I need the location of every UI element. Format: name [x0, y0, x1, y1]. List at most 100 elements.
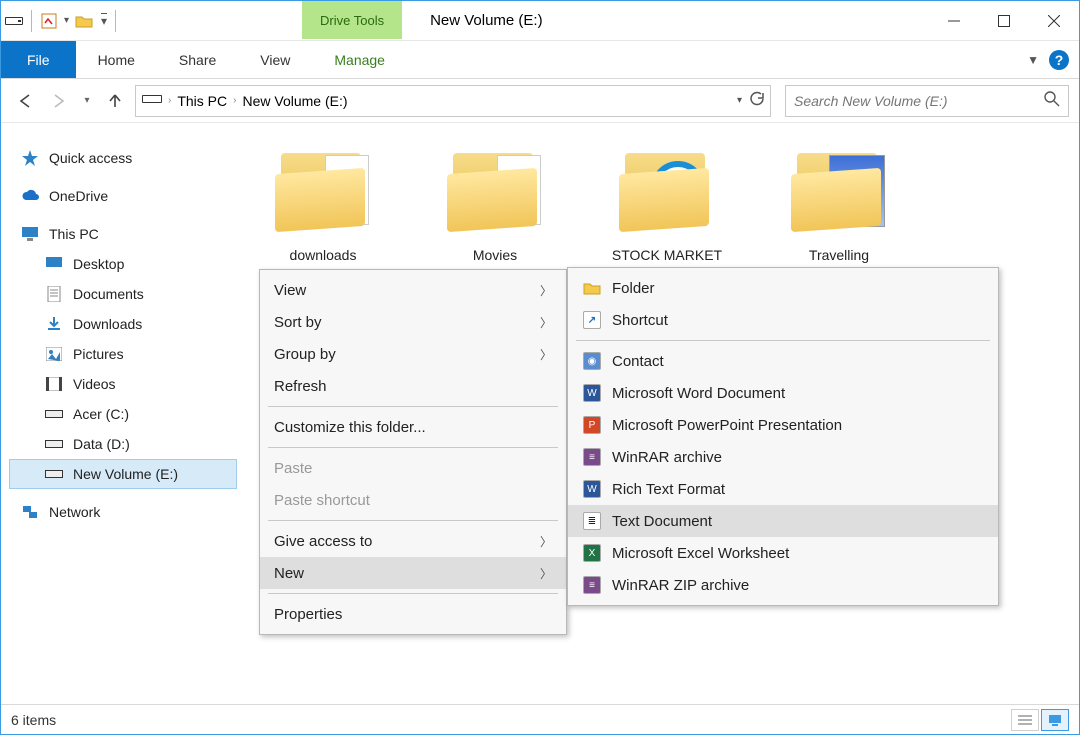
close-button[interactable] [1029, 1, 1079, 40]
drive-icon [45, 405, 63, 423]
chevron-right-icon: 〉 [540, 346, 552, 363]
submenu-item-zip[interactable]: ≡WinRAR ZIP archive [568, 569, 998, 601]
minimize-button[interactable] [929, 1, 979, 40]
sidebar-item-documents[interactable]: Documents [9, 279, 237, 309]
address-bar[interactable]: › This PC › New Volume (E:) ▾ [135, 85, 771, 117]
document-icon [45, 285, 63, 303]
menu-item-paste: Paste [260, 452, 566, 484]
up-button[interactable] [101, 87, 129, 115]
qat-chevron-icon[interactable]: ▾ [101, 13, 107, 28]
view-details-button[interactable] [1011, 709, 1039, 731]
submenu-item-folder[interactable]: Folder [568, 272, 998, 304]
submenu-item-rtf[interactable]: WRich Text Format [568, 473, 998, 505]
sidebar-item-acer-c[interactable]: Acer (C:) [9, 399, 237, 429]
search-box[interactable] [785, 85, 1069, 117]
tab-share[interactable]: Share [157, 41, 238, 78]
folder-icon [582, 278, 602, 298]
menu-separator [268, 520, 558, 521]
status-item-count: 6 items [11, 712, 56, 728]
sidebar-item-new-volume-e[interactable]: New Volume (E:) [9, 459, 237, 489]
drive-tools-label: Drive Tools [302, 1, 402, 39]
navigation-row: ▾ › This PC › New Volume (E:) ▾ [1, 79, 1079, 123]
menu-item-customize[interactable]: Customize this folder... [260, 411, 566, 443]
folder-item[interactable]: Movies [427, 143, 563, 263]
drive-icon [142, 92, 162, 109]
sidebar-item-label: Pictures [73, 346, 124, 362]
submenu-item-word[interactable]: WMicrosoft Word Document [568, 377, 998, 409]
view-large-icons-button[interactable] [1041, 709, 1069, 731]
menu-item-sort-by[interactable]: Sort by〉 [260, 306, 566, 338]
help-icon[interactable]: ? [1049, 50, 1069, 70]
tab-home[interactable]: Home [76, 41, 157, 78]
item-label: STOCK MARKET [612, 245, 722, 263]
chevron-right-icon: 〉 [540, 282, 552, 299]
menu-item-paste-shortcut: Paste shortcut [260, 484, 566, 516]
ribbon: File Home Share View Manage ▼ ? [1, 41, 1079, 79]
content-pane[interactable]: downloads Movies STOCK MARKET Travelling… [237, 123, 1079, 704]
breadcrumb-dropdown-icon[interactable]: ▾ [737, 95, 742, 106]
submenu-item-contact[interactable]: ◉Contact [568, 345, 998, 377]
sidebar-item-videos[interactable]: Videos [9, 369, 237, 399]
tab-file[interactable]: File [1, 41, 76, 78]
tab-manage[interactable]: Manage [312, 41, 407, 78]
folder-item[interactable]: downloads [255, 143, 391, 263]
monitor-icon [21, 225, 39, 243]
folder-item[interactable]: Travelling [771, 143, 907, 263]
item-label: Movies [473, 245, 517, 263]
qat-dropdown-icon[interactable]: ▾ [64, 15, 69, 26]
ribbon-expand-icon[interactable]: ▼ [1027, 53, 1039, 67]
folder-item[interactable]: STOCK MARKET [599, 143, 735, 263]
contextual-tab-group: Drive Tools [302, 1, 402, 40]
cloud-icon [21, 187, 39, 205]
sidebar-item-desktop[interactable]: Desktop [9, 249, 237, 279]
item-label: downloads [290, 245, 357, 263]
search-icon[interactable] [1044, 91, 1060, 110]
submenu-item-text[interactable]: ≣Text Document [568, 505, 998, 537]
tab-view[interactable]: View [238, 41, 312, 78]
sidebar-item-quick-access[interactable]: Quick access [9, 143, 237, 173]
folder-icon[interactable] [75, 12, 93, 30]
sidebar-item-label: This PC [49, 226, 99, 242]
menu-separator [268, 447, 558, 448]
star-icon [21, 149, 39, 167]
menu-separator [268, 406, 558, 407]
sidebar-item-this-pc[interactable]: This PC [9, 219, 237, 249]
menu-item-new[interactable]: New〉 [260, 557, 566, 589]
recent-locations-button[interactable]: ▾ [79, 87, 95, 115]
sidebar-item-network[interactable]: Network [9, 497, 237, 527]
forward-button[interactable] [45, 87, 73, 115]
submenu-item-shortcut[interactable]: ↗Shortcut [568, 304, 998, 336]
zip-icon: ≡ [582, 575, 602, 595]
sidebar-item-label: OneDrive [49, 188, 108, 204]
maximize-button[interactable] [979, 1, 1029, 40]
sidebar-item-data-d[interactable]: Data (D:) [9, 429, 237, 459]
menu-item-refresh[interactable]: Refresh [260, 370, 566, 402]
sidebar-item-downloads[interactable]: Downloads [9, 309, 237, 339]
sidebar-item-label: Quick access [49, 150, 132, 166]
chevron-right-icon: 〉 [540, 314, 552, 331]
menu-item-group-by[interactable]: Group by〉 [260, 338, 566, 370]
quick-access-toolbar: ▾ ▾ [1, 1, 122, 40]
excel-icon: X [582, 543, 602, 563]
breadcrumb-current[interactable]: New Volume (E:) [242, 93, 347, 109]
folder-icon [447, 143, 543, 239]
sidebar-item-pictures[interactable]: Pictures [9, 339, 237, 369]
drive-icon[interactable] [5, 12, 23, 30]
chevron-right-icon[interactable]: › [233, 95, 236, 106]
search-input[interactable] [794, 93, 1044, 109]
sidebar-item-label: New Volume (E:) [73, 466, 178, 482]
sidebar-item-onedrive[interactable]: OneDrive [9, 181, 237, 211]
breadcrumb-root[interactable]: This PC [177, 93, 227, 109]
back-button[interactable] [11, 87, 39, 115]
properties-icon[interactable] [40, 12, 58, 30]
chevron-right-icon[interactable]: › [168, 95, 171, 106]
network-icon [21, 503, 39, 521]
sidebar-item-label: Network [49, 504, 100, 520]
menu-item-give-access[interactable]: Give access to〉 [260, 525, 566, 557]
submenu-item-winrar[interactable]: ≡WinRAR archive [568, 441, 998, 473]
menu-item-view[interactable]: View〉 [260, 274, 566, 306]
submenu-item-powerpoint[interactable]: PMicrosoft PowerPoint Presentation [568, 409, 998, 441]
menu-item-properties[interactable]: Properties [260, 598, 566, 630]
submenu-item-excel[interactable]: XMicrosoft Excel Worksheet [568, 537, 998, 569]
refresh-icon[interactable] [748, 91, 764, 110]
